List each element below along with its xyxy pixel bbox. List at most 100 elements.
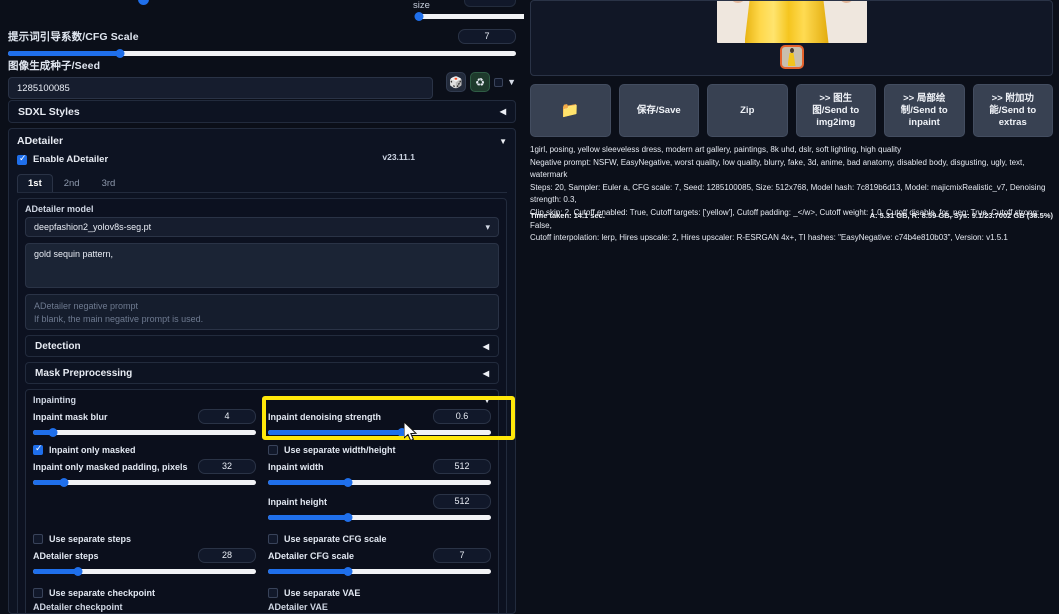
adetailer-steps-value[interactable]: 28	[198, 548, 256, 563]
use-separate-cfg-row[interactable]: Use separate CFG scale	[268, 534, 491, 544]
seed-input[interactable]: 1285100085	[8, 77, 433, 99]
slider-thumb[interactable]	[48, 428, 58, 437]
cfg-slider-thumb[interactable]	[115, 49, 125, 58]
seed-row: 图像生成种子/Seed 1285100085 🎲 ♻ ▼	[8, 58, 516, 99]
inpaint-mask-blur-value[interactable]: 4	[198, 409, 256, 424]
inpaint-padding-slider[interactable]	[33, 478, 256, 487]
enable-adetailer-checkbox[interactable]	[17, 153, 27, 165]
inpaint-padding-label: Inpaint only masked padding, pixels	[33, 461, 188, 472]
chevron-left-icon: ◀	[482, 368, 489, 378]
partial-number-box[interactable]	[464, 0, 516, 7]
zip-button[interactable]: Zip	[707, 84, 788, 137]
seed-extra-checkbox[interactable]	[494, 77, 504, 87]
cfg-slider-fill	[8, 51, 120, 56]
use-separate-cfg-label: Use separate CFG scale	[284, 534, 387, 544]
adetailer-steps-slider[interactable]	[33, 567, 256, 576]
send-to-inpaint-button[interactable]: >> 局部绘 制/Send to inpaint	[884, 84, 965, 137]
inpaint-height-slider[interactable]	[268, 513, 491, 522]
inpaint-height-value[interactable]: 512	[433, 494, 491, 509]
yellow-dress	[744, 1, 829, 43]
enable-adetailer-row[interactable]: Enable ADetailer	[17, 153, 507, 165]
generation-info[interactable]: 1girl, posing, yellow sleeveless dress, …	[530, 144, 1053, 245]
send-inpaint-line1: >> 局部绘	[903, 92, 946, 104]
slider-fill	[268, 515, 349, 520]
geninfo-params-line1: Steps: 20, Sampler: Euler a, CFG scale: …	[530, 182, 1046, 205]
use-separate-steps-row[interactable]: Use separate steps	[33, 534, 256, 544]
send-extras-line1: >> 附加功	[991, 92, 1034, 104]
partial-slider-thumb[interactable]	[138, 0, 149, 5]
adetailer-vae-label: ADetailer VAE	[268, 602, 328, 612]
use-separate-wh-row[interactable]: Use separate width/height	[268, 445, 491, 455]
adetailer-model-label: ADetailer model	[25, 204, 94, 214]
slider-fill	[268, 480, 349, 485]
slider-thumb[interactable]	[59, 478, 69, 487]
use-separate-steps-checkbox[interactable]	[33, 534, 43, 544]
adetailer-model-select[interactable]: deepfashion2_yolov8s-seg.pt ▾	[25, 217, 499, 237]
use-separate-wh-checkbox[interactable]	[268, 445, 278, 455]
generated-image[interactable]	[716, 1, 867, 43]
output-action-buttons: 📁 保存/Save Zip >> 图生 图/Send to img2img >>…	[530, 84, 1053, 137]
arm-right	[835, 1, 855, 4]
recycle-icon[interactable]: ♻	[470, 72, 491, 92]
tab-2nd[interactable]: 2nd	[53, 174, 91, 192]
use-separate-cfg-checkbox[interactable]	[268, 534, 278, 544]
tab-3rd[interactable]: 3rd	[91, 174, 127, 192]
send-extras-line2: 能/Send to	[989, 104, 1037, 116]
use-separate-vae-checkbox[interactable]	[268, 588, 278, 598]
adetailer-header[interactable]: ADetailer ▼	[17, 135, 507, 147]
detection-accordion[interactable]: Detection ◀	[25, 335, 499, 357]
adetailer-cfg-value[interactable]: 7	[433, 548, 491, 563]
geninfo-prompt: 1girl, posing, yellow sleeveless dress, …	[530, 145, 902, 154]
mask-preprocessing-accordion[interactable]: Mask Preprocessing ◀	[25, 362, 499, 384]
inpaint-mask-blur-label: Inpaint mask blur	[33, 411, 108, 422]
sdxl-styles-accordion[interactable]: SDXL Styles ◀	[8, 100, 516, 123]
inpaint-width-slider[interactable]	[268, 478, 491, 487]
slider-thumb[interactable]	[73, 567, 83, 576]
adetailer-negative-prompt-textarea[interactable]: ADetailer negative prompt If blank, the …	[25, 294, 499, 330]
cfg-scale-value[interactable]: 7	[458, 29, 516, 44]
adetailer-cfg-slider[interactable]	[268, 567, 491, 576]
send-inpaint-line3: inpaint	[908, 116, 940, 128]
send-to-extras-button[interactable]: >> 附加功 能/Send to extras	[972, 84, 1053, 137]
slider-thumb[interactable]	[343, 478, 353, 487]
use-separate-checkpoint-row[interactable]: Use separate checkpoint	[33, 588, 256, 598]
open-folder-button[interactable]: 📁	[530, 84, 611, 137]
negative-placeholder-line1: ADetailer negative prompt	[34, 301, 139, 311]
inpainting-grid-row-4: Use separate checkpoint ADetailer checkp…	[33, 579, 491, 613]
chevron-down-icon: ▼	[483, 395, 491, 405]
inpainting-header[interactable]: Inpainting ▼	[33, 395, 491, 405]
inpaint-padding-value[interactable]: 32	[198, 459, 256, 474]
chevron-down-icon[interactable]: ▼	[507, 77, 516, 87]
inpaint-only-masked-col: Inpaint only masked Inpaint only masked …	[33, 436, 256, 521]
size-slider[interactable]	[414, 12, 524, 21]
inpaint-denoising-strength-value[interactable]: 0.6	[433, 409, 491, 424]
send-extras-line3: extras	[998, 116, 1027, 128]
output-gallery[interactable]	[530, 0, 1053, 76]
tab-1st[interactable]: 1st	[17, 174, 53, 192]
seed-label: 图像生成种子/Seed	[8, 60, 101, 72]
use-separate-vae-row[interactable]: Use separate VAE	[268, 588, 491, 598]
dice-icon[interactable]: 🎲	[446, 72, 467, 92]
use-separate-checkpoint-checkbox[interactable]	[33, 588, 43, 598]
slider-thumb[interactable]	[343, 567, 353, 576]
cfg-scale-slider[interactable]	[8, 49, 516, 58]
send-to-img2img-button[interactable]: >> 图生 图/Send to img2img	[795, 84, 876, 137]
inpaint-width-value[interactable]: 512	[433, 459, 491, 474]
slider-fill	[268, 430, 402, 435]
inpaint-only-masked-row[interactable]: Inpaint only masked	[33, 443, 256, 455]
adetailer-prompt-textarea[interactable]: gold sequin pattern,	[25, 243, 499, 288]
inpaint-height-label: Inpaint height	[268, 496, 327, 507]
slider-thumb[interactable]	[343, 513, 353, 522]
save-button[interactable]: 保存/Save	[618, 84, 699, 137]
geninfo-negative-prompt: Negative prompt: NSFW, EasyNegative, wor…	[530, 157, 1025, 180]
inpaint-denoising-strength-slider[interactable]	[268, 428, 491, 437]
separate-steps-col: Use separate steps ADetailer steps 28	[33, 525, 256, 576]
gallery-thumbnail[interactable]	[779, 45, 804, 69]
size-slider-thumb[interactable]	[414, 12, 424, 21]
inpaint-size-col: Use separate width/height Inpaint width …	[268, 436, 491, 522]
inpainting-title: Inpainting	[33, 395, 76, 405]
adetailer-tabs: 1st 2nd 3rd	[17, 174, 507, 193]
inpaint-mask-blur-slider[interactable]	[33, 428, 256, 437]
inpaint-only-masked-checkbox[interactable]	[33, 443, 43, 455]
separate-vae-col: Use separate VAE ADetailer VAE Use same …	[268, 579, 491, 613]
